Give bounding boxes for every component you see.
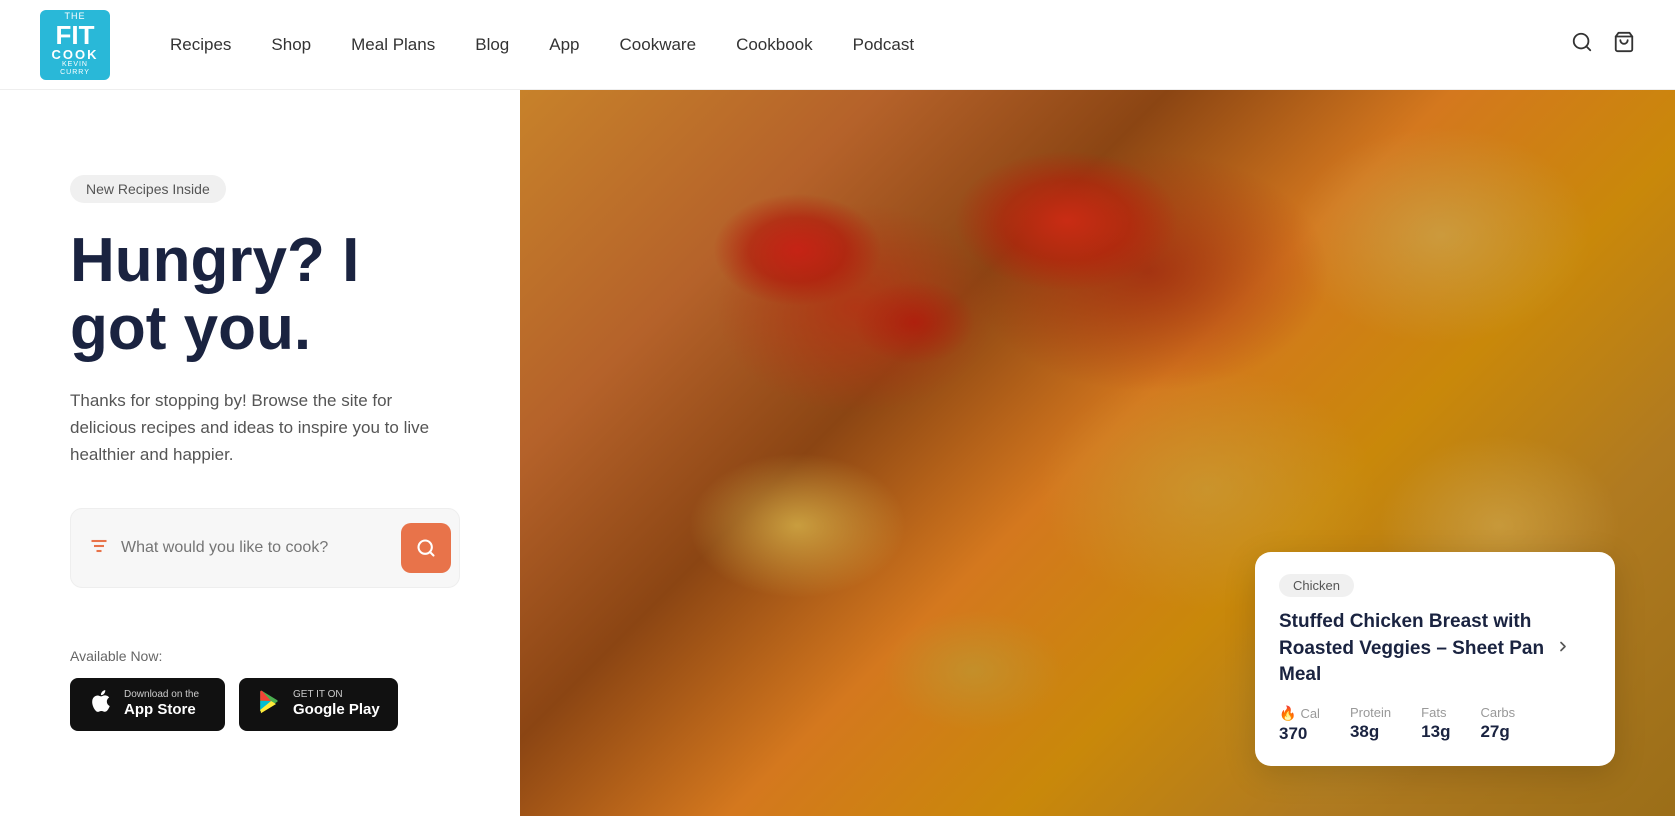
fats-value: 13g bbox=[1421, 722, 1450, 742]
stat-cal: 🔥 Cal 370 bbox=[1279, 705, 1320, 744]
search-bar bbox=[70, 508, 460, 588]
hero-section: T COOK KEVIN CURRY New Recipes Inside Hu… bbox=[0, 90, 1675, 816]
google-play-name: Google Play bbox=[293, 700, 380, 720]
available-label: Available Now: bbox=[70, 648, 460, 664]
cal-value: 370 bbox=[1279, 724, 1320, 744]
search-input[interactable] bbox=[121, 539, 389, 557]
protein-value: 38g bbox=[1350, 722, 1391, 742]
nav-item-blog[interactable]: Blog bbox=[475, 35, 509, 55]
filter-icon[interactable] bbox=[89, 536, 109, 561]
search-button[interactable] bbox=[401, 523, 451, 573]
stat-carbs: Carbs 27g bbox=[1480, 705, 1515, 742]
stat-fats: Fats 13g bbox=[1421, 705, 1450, 742]
header: THE FIT COOK KEVIN CURRY Recipes Shop Me… bbox=[0, 0, 1675, 90]
cal-label: Cal bbox=[1300, 706, 1320, 721]
flame-icon: 🔥 bbox=[1279, 705, 1296, 722]
cart-icon[interactable] bbox=[1613, 31, 1635, 59]
recipe-card: Chicken Stuffed Chicken Breast with Roas… bbox=[1255, 552, 1615, 766]
hero-watermark: T COOK KEVIN CURRY bbox=[40, 715, 137, 776]
stat-protein: Protein 38g bbox=[1350, 705, 1391, 742]
main-nav: Recipes Shop Meal Plans Blog App Cookwar… bbox=[170, 35, 1571, 55]
nav-item-cookware[interactable]: Cookware bbox=[620, 35, 697, 55]
nav-actions bbox=[1571, 31, 1635, 59]
logo[interactable]: THE FIT COOK KEVIN CURRY bbox=[40, 10, 110, 80]
recipe-card-tag: Chicken bbox=[1279, 574, 1354, 597]
nav-item-cookbook[interactable]: Cookbook bbox=[736, 35, 813, 55]
protein-label: Protein bbox=[1350, 705, 1391, 720]
search-icon[interactable] bbox=[1571, 31, 1593, 59]
hero-content: New Recipes Inside Hungry? I got you. Th… bbox=[0, 90, 520, 816]
nav-item-recipes[interactable]: Recipes bbox=[170, 35, 231, 55]
logo-kevin: KEVIN bbox=[62, 61, 88, 69]
carbs-value: 27g bbox=[1480, 722, 1515, 742]
nav-item-app[interactable]: App bbox=[549, 35, 579, 55]
nav-item-podcast[interactable]: Podcast bbox=[853, 35, 914, 55]
google-play-icon bbox=[257, 688, 283, 721]
fats-label: Fats bbox=[1421, 705, 1450, 720]
recipe-card-title: Stuffed Chicken Breast with Roasted Vegg… bbox=[1279, 609, 1561, 689]
google-play-button[interactable]: GET IT ON Google Play bbox=[239, 678, 398, 731]
recipe-card-stats: 🔥 Cal 370 Protein 38g Fats 13g Carbs 27g bbox=[1279, 705, 1591, 744]
google-play-sub: GET IT ON bbox=[293, 690, 380, 700]
logo-curry: CURRY bbox=[60, 69, 90, 77]
logo-fit: FIT bbox=[56, 22, 95, 48]
google-play-text: GET IT ON Google Play bbox=[293, 690, 380, 720]
hero-title: Hungry? I got you. bbox=[70, 227, 460, 363]
logo-cook: COOK bbox=[52, 48, 99, 61]
carbs-label: Carbs bbox=[1480, 705, 1515, 720]
recipe-card-chevron-icon[interactable] bbox=[1555, 639, 1571, 660]
app-store-sub: Download on the bbox=[124, 690, 199, 700]
nav-item-meal-plans[interactable]: Meal Plans bbox=[351, 35, 435, 55]
hero-subtitle: Thanks for stopping by! Browse the site … bbox=[70, 387, 450, 469]
nav-item-shop[interactable]: Shop bbox=[271, 35, 311, 55]
hero-badge: New Recipes Inside bbox=[70, 175, 226, 203]
